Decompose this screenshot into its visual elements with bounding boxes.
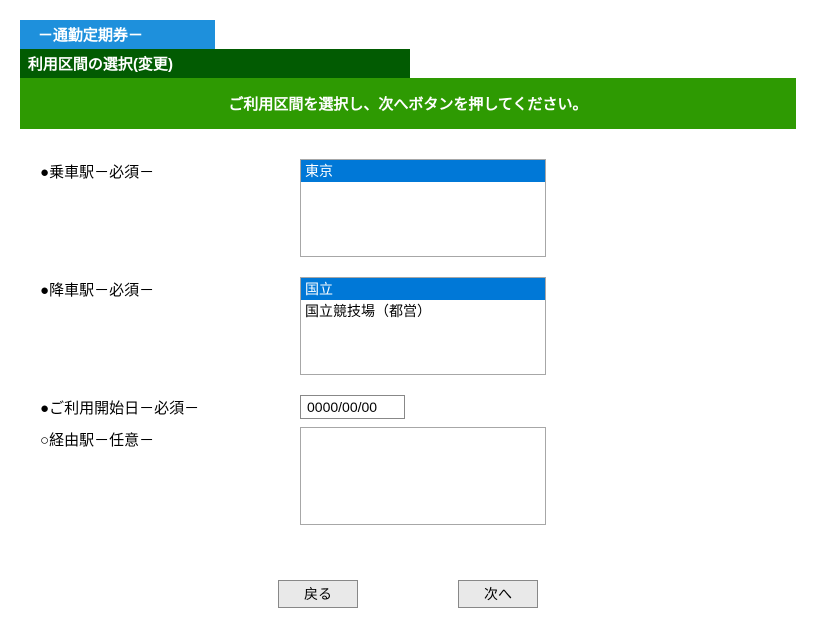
alighting-listbox[interactable]: 国立国立競技場（都営） [300, 277, 546, 375]
alighting-label: ●降車駅－必須－ [40, 277, 300, 300]
via-label: ○経由駅－任意－ [40, 427, 300, 450]
next-button[interactable]: 次へ [458, 580, 538, 608]
via-label-text: 経由駅－任意－ [49, 432, 154, 449]
boarding-row: ●乗車駅－必須－ 東京 [40, 159, 776, 257]
subtab-title: 利用区間の選択(変更) [20, 49, 410, 78]
boarding-label: ●乗車駅－必須－ [40, 159, 300, 182]
start-date-label: ●ご利用開始日－必須－ [40, 395, 300, 418]
bullet-icon: ● [40, 164, 49, 181]
instruction-bar: ご利用区間を選択し、次へボタンを押してください。 [20, 78, 796, 129]
start-date-row: ●ご利用開始日－必須－ [40, 395, 776, 419]
tab-row: －通勤定期券－ [20, 20, 796, 49]
alighting-label-text: 降車駅－必須－ [49, 282, 154, 299]
bullet-icon: ● [40, 282, 49, 299]
listbox-option[interactable]: 東京 [301, 160, 545, 182]
start-date-input[interactable] [300, 395, 405, 419]
start-date-label-text: ご利用開始日－必須－ [49, 400, 199, 417]
listbox-option[interactable]: 国立 [301, 278, 545, 300]
form-area: ●乗車駅－必須－ 東京 ●降車駅－必須－ 国立国立競技場（都営） ●ご利用開始日… [20, 129, 796, 560]
via-listbox[interactable] [300, 427, 546, 525]
listbox-option[interactable]: 国立競技場（都営） [301, 300, 545, 322]
page-container: －通勤定期券－ 利用区間の選択(変更) ご利用区間を選択し、次へボタンを押してく… [0, 0, 816, 638]
bullet-icon: ● [40, 400, 49, 417]
boarding-label-text: 乗車駅－必須－ [49, 164, 154, 181]
back-button[interactable]: 戻る [278, 580, 358, 608]
alighting-row: ●降車駅－必須－ 国立国立競技場（都営） [40, 277, 776, 375]
via-row: ○経由駅－任意－ [40, 427, 776, 525]
circle-icon: ○ [40, 432, 49, 449]
main-tab[interactable]: －通勤定期券－ [20, 20, 215, 49]
subtab-row: 利用区間の選択(変更) [20, 49, 796, 78]
boarding-listbox[interactable]: 東京 [300, 159, 546, 257]
button-row: 戻る 次へ [20, 560, 796, 618]
